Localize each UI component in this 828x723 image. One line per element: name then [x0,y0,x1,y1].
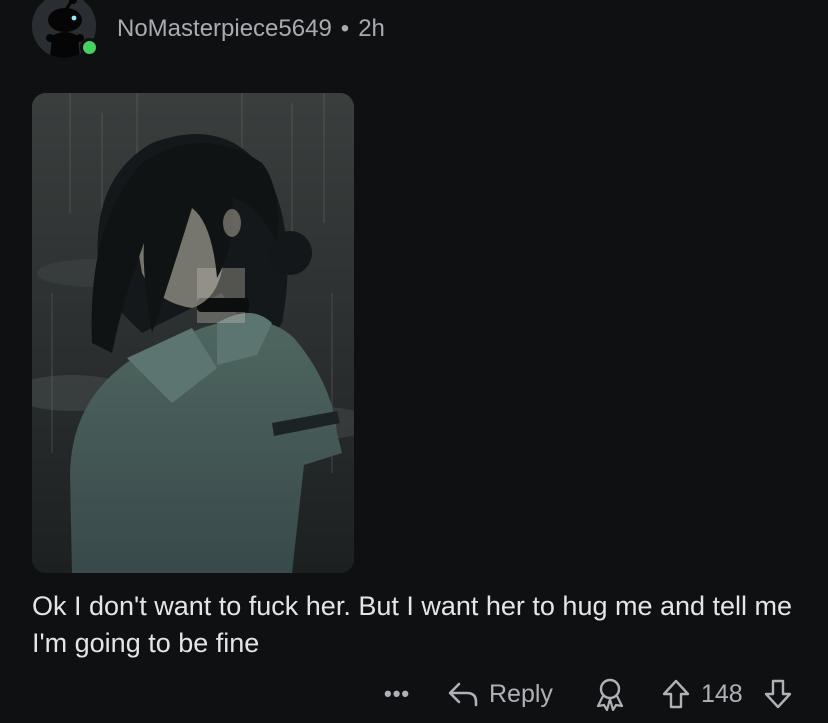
comment-body: Ok I don't want to fuck her. But I want … [32,591,793,658]
timestamp: 2h [358,15,385,42]
avatar[interactable] [32,0,99,60]
more-options-label: ••• [384,681,411,706]
reply-button[interactable]: Reply [447,672,553,716]
upvote-arrow-icon [662,679,690,709]
comment-actions: ••• Reply 148 [0,672,828,716]
downvote-button[interactable] [763,672,793,716]
comment: NoMasterpiece5649 • 2h Ok I don't want t… [0,0,828,723]
comment-meta: NoMasterpiece5649 • 2h [117,14,385,44]
upvote-button[interactable]: 148 [661,672,743,716]
award-icon [596,678,624,711]
vote-count: 148 [701,679,743,708]
award-button[interactable] [594,672,626,716]
more-options-button[interactable]: ••• [384,672,410,716]
reply-arrow-icon [448,682,478,707]
reply-label: Reply [489,679,553,708]
online-status-dot [80,38,99,57]
comment-image[interactable] [32,93,354,573]
username[interactable]: NoMasterpiece5649 [117,15,332,42]
downvote-arrow-icon [764,679,792,709]
meta-separator: • [340,15,350,42]
